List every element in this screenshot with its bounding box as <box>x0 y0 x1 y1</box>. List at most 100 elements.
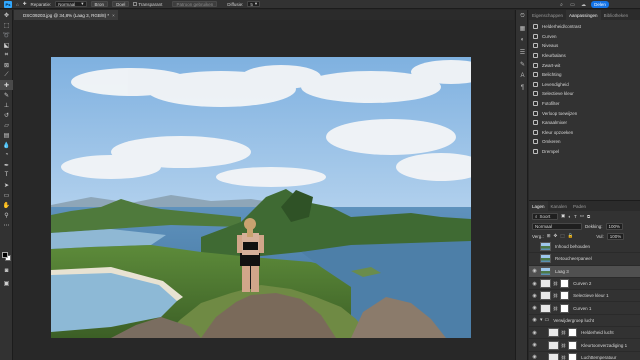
history-panel-icon[interactable]: ⏲ <box>516 10 529 22</box>
layer-mask-thumbnail[interactable] <box>560 279 570 289</box>
filter-type-icon[interactable]: T <box>574 214 577 219</box>
chevron-down-icon[interactable]: ▾ <box>540 317 543 323</box>
tab-paths[interactable]: Paden <box>570 201 589 211</box>
adjustment-layer-icon[interactable] <box>540 291 551 301</box>
layer-thumbnail[interactable] <box>540 254 551 264</box>
adjustment-layer-icon[interactable] <box>548 352 559 360</box>
hand-tool-icon[interactable]: ✋ <box>0 200 13 210</box>
adjustment-item[interactable]: Curven <box>529 32 640 42</box>
layer-row[interactable]: ◉ ⛓ Luchttemperatuur <box>529 352 640 360</box>
swatches-panel-icon[interactable]: ▦ <box>516 22 529 34</box>
link-icon[interactable]: ⛓ <box>561 343 566 348</box>
layer-mask-thumbnail[interactable] <box>568 328 578 338</box>
adjustment-item[interactable]: Belichting <box>529 70 640 80</box>
foreground-color-swatch[interactable] <box>2 252 8 258</box>
tab-libraries[interactable]: Bibliotheken <box>601 10 632 20</box>
quick-mask-icon[interactable]: ◙ <box>0 266 13 276</box>
document-tab[interactable]: DSC09203.jpg @ 34,8% (Laag 3, RGB/8) * × <box>14 10 118 20</box>
opacity-field[interactable]: 100% <box>605 222 624 230</box>
eyedropper-tool-icon[interactable]: ⟋ <box>0 70 13 80</box>
document-canvas-image[interactable] <box>51 57 471 338</box>
layer-row[interactable]: ◉ ⛓ Selectieve kleur 1 <box>529 290 640 303</box>
tab-layers[interactable]: Lagen <box>529 201 548 211</box>
lock-position-icon[interactable]: ✥ <box>554 233 558 239</box>
adjustment-item[interactable]: Levendigheid <box>529 80 640 90</box>
layer-row[interactable]: Inhoud behouden <box>529 241 640 254</box>
crop-tool-icon[interactable]: ⌗ <box>0 50 13 60</box>
layer-mask-thumbnail[interactable] <box>560 303 570 313</box>
lasso-tool-icon[interactable]: ➰ <box>0 30 13 40</box>
clone-stamp-tool-icon[interactable]: ⊥ <box>0 100 13 110</box>
eye-icon[interactable]: ◉ <box>531 330 538 336</box>
destination-button[interactable]: Doel <box>112 1 130 7</box>
adjustment-item[interactable]: Helderheid/contrast <box>529 22 640 32</box>
marquee-tool-icon[interactable]: ⬚ <box>0 20 13 30</box>
adjustment-item[interactable]: Omkeren <box>529 137 640 147</box>
search-icon[interactable]: ⌕ <box>558 1 565 8</box>
paragraph-panel-icon[interactable]: ¶ <box>516 82 529 94</box>
adjustment-item[interactable]: Niveaus <box>529 41 640 51</box>
zoom-tool-icon[interactable]: ⚲ <box>0 210 13 220</box>
adjustment-item[interactable]: Drempel <box>529 147 640 157</box>
adjustment-layer-icon[interactable] <box>548 328 559 338</box>
layer-row[interactable]: ◉ ⛓ Curven 1 <box>529 302 640 315</box>
layer-mask-thumbnail[interactable] <box>568 352 578 360</box>
eye-icon[interactable]: ◉ <box>531 305 538 311</box>
close-tab-icon[interactable]: × <box>112 13 115 18</box>
filter-shape-icon[interactable]: ▭ <box>580 213 584 219</box>
layer-row[interactable]: ◉ Laag 3 <box>529 265 640 278</box>
tab-adjustments[interactable]: Aanpassingen <box>566 10 601 20</box>
object-selection-tool-icon[interactable]: ⬕ <box>0 40 13 50</box>
home-icon[interactable]: ⌂ <box>16 2 19 7</box>
dodge-tool-icon[interactable]: ◔ <box>0 150 13 160</box>
eye-icon[interactable]: ◉ <box>531 317 538 323</box>
adjustment-item[interactable]: Kanaalmixer <box>529 118 640 128</box>
filter-pixel-icon[interactable]: ▣ <box>561 213 565 219</box>
eye-icon[interactable]: ◉ <box>531 342 538 348</box>
tab-properties[interactable]: Eigenschappen <box>529 10 566 20</box>
adjustment-layer-icon[interactable] <box>548 340 559 350</box>
brush-panel-icon[interactable]: ✎ <box>516 58 529 70</box>
eraser-tool-icon[interactable]: ▱ <box>0 120 13 130</box>
layer-thumbnail[interactable] <box>540 242 551 252</box>
eye-icon[interactable]: ◉ <box>531 293 538 299</box>
layer-row[interactable]: ◉ ⛓ Helderheid lucht <box>529 327 640 340</box>
eye-icon[interactable]: ◉ <box>531 281 538 287</box>
adjustment-item[interactable]: Kleurbalans <box>529 51 640 61</box>
adjustment-item[interactable]: Fotofilter <box>529 99 640 109</box>
character-panel-icon[interactable]: A <box>516 70 529 82</box>
layer-thumbnail[interactable] <box>540 266 551 276</box>
layer-filter-select[interactable]: ⌕ Soort <box>532 212 558 220</box>
pen-tool-icon[interactable]: ✒ <box>0 160 13 170</box>
screen-mode-icon[interactable]: ▣ <box>0 278 13 288</box>
move-tool-icon[interactable]: ✥ <box>0 10 13 20</box>
color-panel-icon[interactable]: ◐ <box>516 34 529 46</box>
layer-mask-thumbnail[interactable] <box>560 291 570 301</box>
use-pattern-button[interactable]: Patroon gebruiken <box>172 1 218 7</box>
eye-icon[interactable]: ◉ <box>531 268 538 274</box>
tab-channels[interactable]: Kanalen <box>548 201 571 211</box>
share-button[interactable]: Delen <box>591 1 609 8</box>
properties-panel-icon[interactable]: ☰ <box>516 46 529 58</box>
adjustment-item[interactable]: Zwart-wit <box>529 60 640 70</box>
adjustment-layer-icon[interactable] <box>540 279 551 289</box>
brush-tool-icon[interactable]: ✎ <box>0 90 13 100</box>
link-icon[interactable]: ⛓ <box>553 306 558 311</box>
healing-brush-tool-icon[interactable]: ✚ <box>23 1 27 7</box>
layer-mask-thumbnail[interactable] <box>568 340 578 350</box>
source-button[interactable]: Bron <box>90 1 109 7</box>
layer-row[interactable]: Retoucheerpaneel <box>529 253 640 266</box>
photoshop-logo[interactable]: Ps <box>4 0 12 8</box>
adjustment-layer-icon[interactable] <box>540 303 551 313</box>
history-brush-tool-icon[interactable]: ↺ <box>0 110 13 120</box>
rectangle-tool-icon[interactable]: ▭ <box>0 190 13 200</box>
frame-tool-icon[interactable]: ⊠ <box>0 60 13 70</box>
lock-all-icon[interactable]: 🔒 <box>568 233 574 239</box>
more-tools-icon[interactable]: ⋯ <box>0 220 13 230</box>
blur-tool-icon[interactable]: 💧 <box>0 140 13 150</box>
adjustment-item[interactable]: Verloop toewijzen <box>529 108 640 118</box>
filter-smart-object-icon[interactable]: ⧉ <box>587 214 590 219</box>
link-icon[interactable]: ⛓ <box>561 330 566 335</box>
layer-row[interactable]: ◉ ▾ ▭ Verwijdergroep lucht <box>529 315 640 328</box>
type-tool-icon[interactable]: T <box>0 170 13 180</box>
